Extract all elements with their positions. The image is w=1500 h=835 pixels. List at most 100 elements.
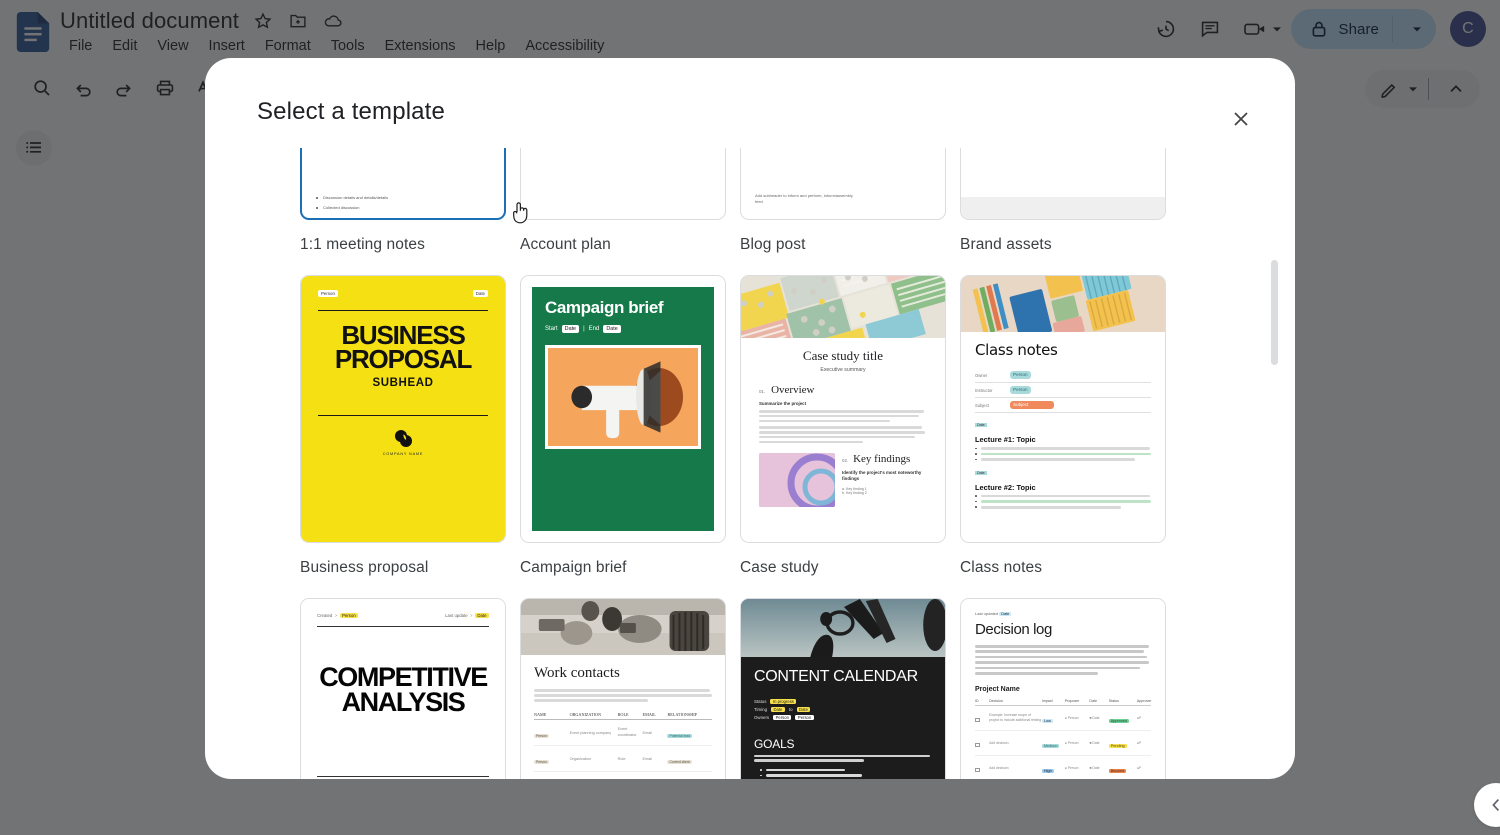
hero-image [521,599,725,655]
table-header: ID Decision Impact Proposer Date Status … [975,699,1151,706]
template-card[interactable]: CONTENT CALENDAR Status In progress Timi… [740,598,960,779]
decision-log-title: Decision log [975,621,1151,638]
lecture-heading: Lecture #2: Topic [975,483,1151,492]
template-thumbnail[interactable]: Work contacts NAME ORGANIZATION ROLE EMA… [520,598,726,779]
close-dialog-button[interactable] [1223,101,1259,137]
template-thumbnail[interactable]: Created > Person Last update > [300,598,506,779]
list-item [975,458,1151,461]
relationship-chip: Current client [667,760,691,764]
date-chip: Date [475,613,489,618]
metadata-rows: Status In progress Timing Date to Date [754,699,932,720]
date-chip: Date [562,325,579,333]
person-chip: Person [1010,386,1031,394]
list-item [975,500,1151,503]
template-card[interactable]: Campaign brief Start Date | End Date [520,275,740,577]
analysis-title: COMPETITIVE ANALYSIS [317,665,489,716]
template-card[interactable]: Discussion details and details/details C… [300,148,520,254]
logo-circles-icon [394,429,413,448]
calendar-title: CONTENT CALENDAR [754,668,932,686]
metadata-table: Owner Person Instructor Person [975,368,1151,413]
status-chip: Pending [1109,744,1127,748]
relationship-chip: Potential lead [667,734,692,738]
template-thumbnail[interactable]: Class notes Owner Person Instructor [960,275,1166,543]
template-card[interactable]: Add subheader to inform and perform, inf… [740,148,960,254]
hero-image [961,276,1165,332]
template-label: Brand assets [960,236,1180,254]
template-card[interactable]: Last updated Date Decision log Pr [960,598,1180,779]
template-label: Blog post [740,236,960,254]
template-thumbnail[interactable]: Discussion details and details/details C… [300,148,506,220]
bullet-icon [316,197,318,199]
table-row: Person Organization Role Email Current c… [534,746,712,772]
template-card[interactable]: Person Date BUSINESS PROPOSAL SUBHEAD [300,275,520,577]
campaign-dates: Start Date | End Date [545,325,701,333]
gradient-image [759,453,835,507]
template-label: Case study [740,559,960,577]
template-label: Class notes [960,559,1180,577]
template-thumbnail[interactable] [960,148,1166,220]
divider [317,776,489,777]
proposal-title: BUSINESS PROPOSAL [318,324,488,372]
divider [318,310,488,311]
date-chip: Date [603,325,620,333]
table-row: Timing Date to Date [754,707,932,712]
stationery-image [961,276,1165,332]
status-chip: Approved [1109,719,1129,723]
last-updated-row: Last updated Date [975,611,1151,616]
table-row: Status In progress [754,699,932,704]
divider [317,626,489,627]
content-calendar-art: CONTENT CALENDAR Status In progress Timi… [741,599,945,779]
template-card[interactable]: Brand assets [960,148,1180,254]
table-row: Owners Person Person [754,715,932,720]
table-header: NAME ORGANIZATION ROLE EMAIL RELATIONSHI… [534,712,712,721]
template-thumbnail[interactable]: CONTENT CALENDAR Status In progress Timi… [740,598,946,779]
section-heading: 01. Overview [759,384,927,396]
list-item [975,453,1151,456]
hero-image [741,276,945,338]
status-chip: In progress [770,699,796,704]
status-chip: Blocked [1109,769,1127,773]
company-name: COMPANY NAME [318,452,488,456]
competitive-analysis-art: Created > Person Last update > [301,599,505,779]
abstract-blocks-image [741,276,945,338]
template-card[interactable]: Created > Person Last update > [300,598,520,779]
template-thumbnail[interactable]: Last updated Date Decision log Pr [960,598,1166,779]
template-thumbnail[interactable] [520,148,726,220]
template-card[interactable]: Case study title Executive summary 01. O… [740,275,960,577]
person-chip: Person [340,613,359,618]
list-item [975,447,1151,450]
list-item [975,506,1151,509]
template-grid-scroll-area[interactable]: Discussion details and details/details C… [205,148,1295,779]
template-thumbnail[interactable]: Case study title Executive summary 01. O… [740,275,946,543]
scrollbar-thumb[interactable] [1271,260,1278,365]
work-contacts-title: Work contacts [534,665,712,682]
person-chip: Person [534,760,549,764]
template-card[interactable]: Class notes Owner Person Instructor [960,275,1180,577]
template-thumbnail[interactable]: Person Date BUSINESS PROPOSAL SUBHEAD [300,275,506,543]
campaign-title: Campaign brief [545,299,701,316]
company-logo-mark [394,429,413,448]
template-card[interactable]: Account plan [520,148,740,254]
metadata-row: Created > Person Last update > [317,613,489,618]
template-picker-dialog: Select a template Discussion details and… [205,58,1295,779]
date-chip: Date [975,471,987,475]
template-grid: Discussion details and details/details C… [205,148,1295,779]
person-chip: Person [795,715,813,720]
close-icon [1230,108,1252,130]
template-thumbnail[interactable]: Campaign brief Start Date | End Date [520,275,726,543]
date-chip: Date [473,290,488,297]
project-name-heading: Project Name [975,686,1151,693]
template-thumbnail[interactable]: Add subheader to inform and perform, inf… [740,148,946,220]
silhouette-photo-image [741,599,945,657]
impact-chip: Low [1042,719,1053,723]
person-chip: Person [1010,371,1031,379]
office-photo-image [521,599,725,655]
list-item: Collected discussion [316,205,490,210]
case-title: Case study title [759,348,927,364]
bullet-icon [316,207,318,209]
paragraph [759,426,927,443]
scrollbar-track[interactable] [1278,198,1287,758]
case-subtitle: Executive summary [759,367,927,373]
template-label: 1:1 meeting notes [300,236,520,254]
template-card[interactable]: Work contacts NAME ORGANIZATION ROLE EMA… [520,598,740,779]
